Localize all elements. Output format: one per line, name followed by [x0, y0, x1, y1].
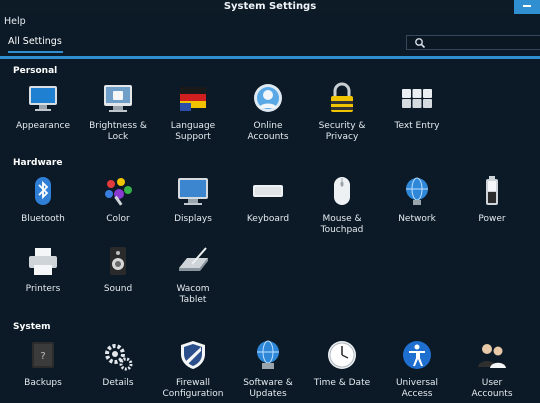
- all-settings-button[interactable]: All Settings: [8, 36, 62, 47]
- flags-icon: [180, 87, 206, 111]
- color-palette-icon: [105, 178, 132, 206]
- padlock-icon: [331, 82, 353, 112]
- bluetooth-icon: [35, 177, 51, 205]
- accessibility-icon: [403, 341, 431, 369]
- keyboard-icon: [253, 185, 283, 197]
- section-hardware: Hardware: [13, 158, 63, 168]
- speaker-icon: [110, 247, 126, 275]
- active-tab-indicator: [8, 51, 63, 53]
- monitor-icon: [29, 86, 57, 111]
- item-displays[interactable]: Displays: [155, 174, 231, 225]
- svg-text:?: ?: [40, 351, 45, 362]
- shield-icon: [181, 341, 205, 369]
- item-appearance[interactable]: Appearance: [5, 81, 81, 132]
- brightness-monitor-icon: [104, 85, 132, 112]
- window-title: System Settings: [223, 1, 317, 12]
- users-icon: [478, 344, 506, 368]
- item-online-accounts[interactable]: Online Accounts: [230, 81, 306, 143]
- item-mouse-touchpad[interactable]: Mouse & Touchpad: [304, 174, 380, 236]
- item-network[interactable]: Network: [379, 174, 455, 225]
- item-wacom-tablet[interactable]: Wacom Tablet: [155, 244, 231, 306]
- section-personal: Personal: [13, 66, 58, 76]
- item-printers[interactable]: Printers: [5, 244, 81, 295]
- item-bluetooth[interactable]: Bluetooth: [5, 174, 81, 225]
- item-software-updates[interactable]: Software & Updates: [230, 338, 306, 400]
- section-system: System: [13, 322, 51, 332]
- keys-icon: [402, 89, 432, 108]
- online-accounts-icon: [254, 84, 282, 112]
- menu-bar: Help: [0, 14, 540, 30]
- item-keyboard[interactable]: Keyboard: [230, 174, 306, 225]
- item-sound[interactable]: Sound: [80, 244, 156, 295]
- gears-icon: [105, 344, 133, 371]
- item-time-date[interactable]: Time & Date: [304, 338, 380, 389]
- search-input[interactable]: [406, 35, 540, 50]
- item-universal-access[interactable]: Universal Access: [379, 338, 455, 400]
- item-color[interactable]: Color: [80, 174, 156, 225]
- item-details[interactable]: Details: [80, 338, 156, 389]
- clock-icon: [328, 341, 356, 369]
- backup-safe-icon: ?: [32, 342, 54, 368]
- item-brightness-lock[interactable]: Brightness & Lock: [80, 81, 156, 143]
- item-firewall-configuration[interactable]: Firewall Configuration: [155, 338, 231, 400]
- printer-icon: [29, 248, 57, 275]
- software-globe-icon: [257, 340, 279, 369]
- header-separator: [0, 56, 540, 59]
- mouse-icon: [334, 177, 350, 205]
- tablet-icon: [179, 247, 208, 271]
- item-security-privacy[interactable]: Security & Privacy: [304, 81, 380, 143]
- search-icon: [415, 38, 426, 49]
- menu-help[interactable]: Help: [4, 16, 26, 27]
- item-power[interactable]: Power: [454, 174, 530, 225]
- window-button[interactable]: [514, 0, 540, 14]
- item-text-entry[interactable]: Text Entry: [379, 81, 455, 132]
- display-icon: [178, 178, 208, 205]
- item-user-accounts[interactable]: User Accounts: [454, 338, 530, 400]
- item-backups[interactable]: ? Backups: [5, 338, 81, 389]
- battery-icon: [486, 176, 498, 205]
- item-language-support[interactable]: Language Support: [155, 81, 231, 143]
- network-globe-icon: [406, 177, 428, 205]
